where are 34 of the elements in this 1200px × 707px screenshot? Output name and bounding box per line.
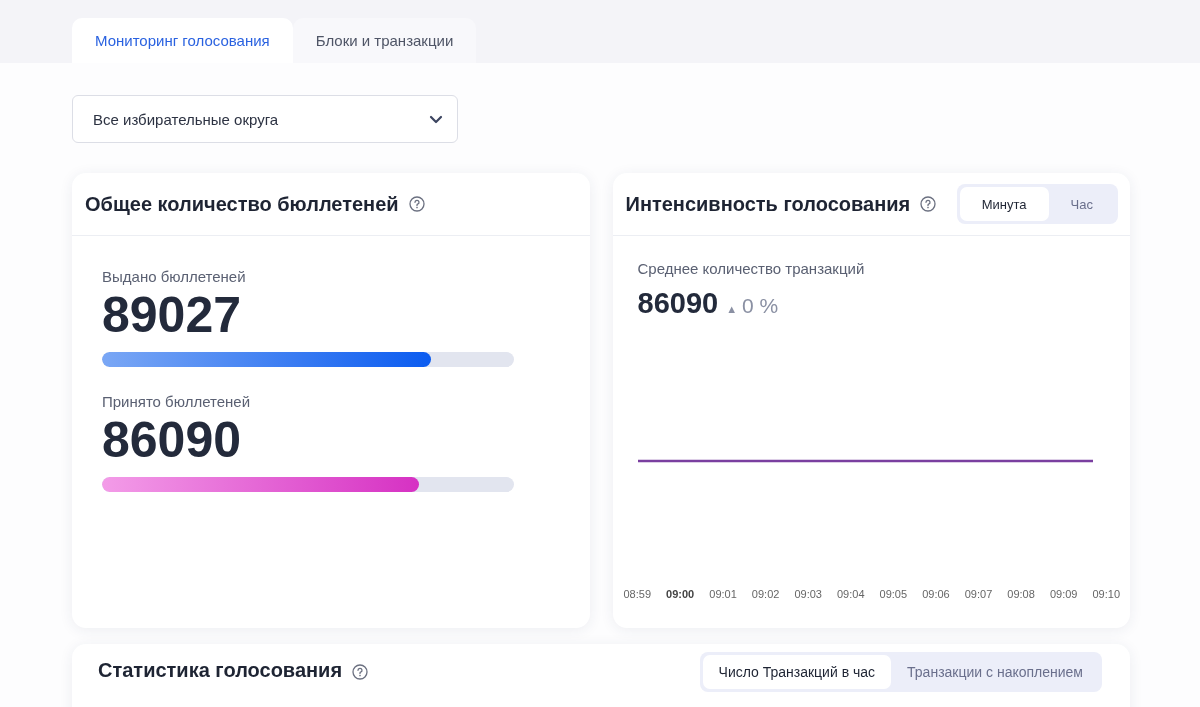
metric-label: Выдано бюллетеней: [102, 268, 247, 285]
axis-label: 09:09: [1049, 588, 1078, 600]
axis-label: 08:59: [623, 588, 652, 600]
toggle-option[interactable]: Час: [1048, 187, 1115, 221]
metric-value: 89027: [102, 287, 243, 343]
axis-label: 09:01: [709, 588, 737, 600]
metric-label: Принято бюллетеней: [102, 393, 252, 410]
toggle-option[interactable]: Число Транзакций в час: [702, 655, 892, 689]
card-title: Статистика голосования: [98, 659, 343, 682]
trend-arrow: ▲: [726, 303, 738, 315]
metric-value: 86090: [637, 287, 719, 320]
axis-label: 09:05: [879, 588, 908, 600]
change-percent: 0 %: [742, 294, 779, 318]
axis-label: 09:10: [1092, 588, 1120, 600]
axis-label: 09:00: [666, 588, 695, 600]
chevron-down-icon: [429, 114, 443, 124]
axis-label: 09:07: [964, 588, 993, 600]
card-title: Интенсивность голосования: [625, 192, 911, 216]
toggle-option[interactable]: Минута: [959, 187, 1049, 221]
tab[interactable]: Мониторинг голосования: [72, 18, 293, 63]
tab[interactable]: Блоки и транзакции: [292, 18, 477, 63]
axis-label: 09:04: [837, 588, 865, 600]
card-title: Общее количество бюллетеней: [85, 192, 399, 216]
toggle-option[interactable]: Транзакции с накоплением: [891, 655, 1099, 689]
metric-value: 86090: [102, 412, 243, 468]
axis-label: 09:02: [751, 588, 780, 600]
help-icon[interactable]: [352, 664, 369, 680]
district-select[interactable]: Все избирательные округа: [72, 95, 458, 143]
help-icon[interactable]: [920, 196, 937, 212]
axis-label: 09:06: [922, 588, 950, 600]
metric-label: Среднее количество транзакций: [637, 260, 866, 277]
help-icon[interactable]: [408, 196, 425, 212]
axis-label: 09:03: [794, 588, 822, 600]
axis-label: 09:08: [1007, 588, 1035, 600]
